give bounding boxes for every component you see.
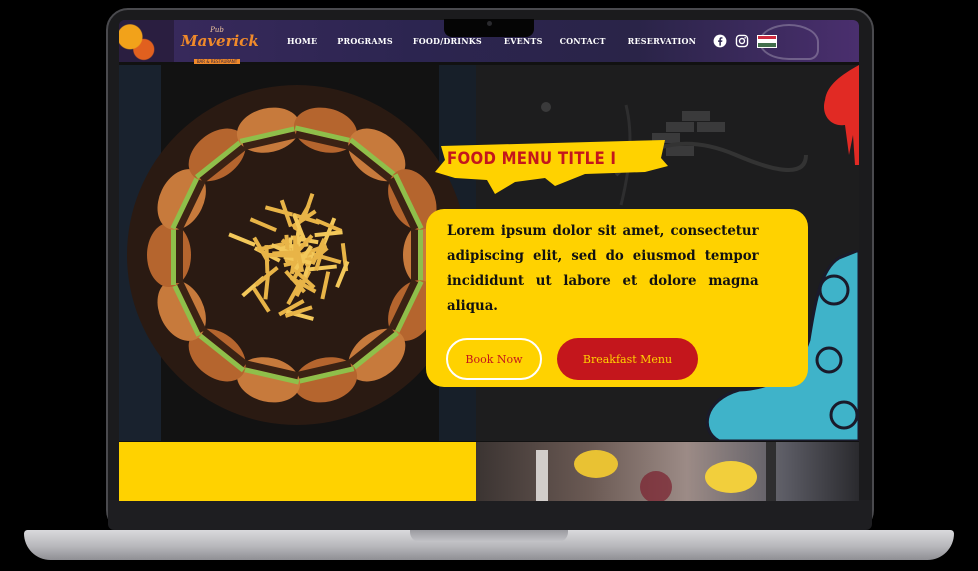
facebook-icon[interactable] — [713, 34, 727, 48]
laptop-base-groove — [410, 530, 568, 542]
laptop-chin — [108, 500, 872, 530]
logo-main-text: Maverick — [181, 34, 253, 48]
nav-programs[interactable]: PROGRAMS — [337, 36, 393, 46]
burger-platter-illustration — [119, 65, 476, 441]
lower-yellow-panel — [119, 442, 476, 501]
graffiti-decoration — [119, 20, 174, 62]
breakfast-menu-button[interactable]: Breakfast Menu — [557, 338, 698, 380]
camera-icon — [487, 21, 492, 26]
laptop-mockup: Pub Maverick BAR & RESTAURANT HOME PROGR… — [0, 0, 978, 571]
nav-home[interactable]: HOME — [287, 36, 317, 46]
hero-title: FOOD MENU TITLE I — [447, 149, 616, 169]
drinks-illustration — [476, 442, 859, 501]
nav-events[interactable]: EVENTS — [504, 36, 543, 46]
nav-reservation[interactable]: RESERVATION — [628, 36, 697, 46]
hero-card: Lorem ipsum dolor sit amet, consectetur … — [426, 209, 808, 387]
logo-tagline: BAR & RESTAURANT — [194, 59, 240, 64]
hungary-flag-icon[interactable] — [757, 35, 777, 48]
red-paint-splash — [819, 65, 859, 165]
nav-food-drinks[interactable]: FOOD/DRINKS — [413, 36, 482, 46]
french-fry — [293, 235, 297, 263]
book-now-button[interactable]: Book Now — [446, 338, 542, 380]
logo[interactable]: Pub Maverick BAR & RESTAURANT — [181, 26, 253, 58]
social-links — [713, 34, 777, 48]
instagram-icon[interactable] — [735, 34, 749, 48]
nav-contact[interactable]: CONTACT — [560, 36, 606, 46]
burger — [147, 223, 191, 287]
hero-body-text: Lorem ipsum dolor sit amet, consectetur … — [447, 219, 759, 319]
drinks-image — [476, 442, 859, 501]
website-screen: Pub Maverick BAR & RESTAURANT HOME PROGR… — [119, 20, 859, 501]
burger-platter-image — [119, 65, 476, 441]
